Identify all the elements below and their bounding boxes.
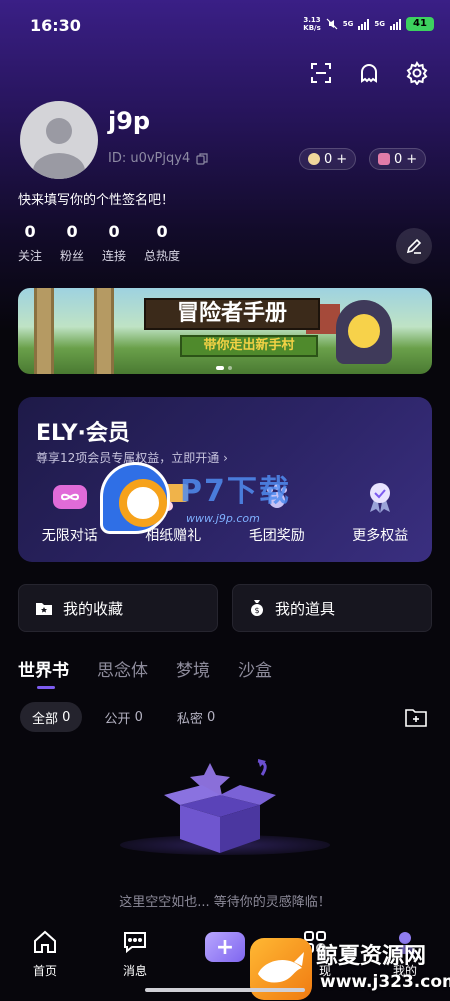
top-actions bbox=[306, 58, 432, 88]
plus-icon: + bbox=[336, 151, 348, 167]
paw-icon bbox=[257, 477, 297, 517]
coin-icon bbox=[308, 153, 320, 165]
coin-pill-1[interactable]: 0 + bbox=[299, 148, 357, 170]
empty-box-icon bbox=[164, 759, 276, 853]
filter-public[interactable]: 公开 0 bbox=[92, 702, 154, 732]
signal-tag-2: 5G bbox=[374, 20, 385, 28]
coin-pill-2[interactable]: 0 + bbox=[369, 148, 427, 170]
tab-sandbox[interactable]: 沙盒 bbox=[238, 656, 272, 681]
stat-fans[interactable]: 0 粉丝 bbox=[60, 222, 84, 264]
active-tab-indicator bbox=[37, 686, 55, 689]
stat-connections[interactable]: 0 连接 bbox=[102, 222, 126, 264]
tab-dream[interactable]: 梦境 bbox=[176, 656, 210, 681]
signal-bars-icon bbox=[390, 18, 401, 30]
adventurer-banner[interactable]: 冒险者手册 带你走出新手村 bbox=[18, 288, 432, 374]
nav-home[interactable]: 首页 bbox=[15, 928, 75, 979]
medal-icon bbox=[360, 477, 400, 517]
filter-private[interactable]: 私密 0 bbox=[165, 702, 227, 732]
stat-heat[interactable]: 0 总热度 bbox=[144, 222, 180, 264]
signal-bars-icon bbox=[358, 18, 370, 30]
chat-icon bbox=[121, 928, 149, 956]
member-brand: ELY·会员 bbox=[36, 421, 130, 446]
benefit-photo-gift[interactable]: 相纸赠礼 bbox=[122, 477, 226, 545]
member-benefits: 无限对话 相纸赠礼 毛团奖励 更多权益 bbox=[18, 477, 432, 545]
filter-all[interactable]: 全部 0 bbox=[20, 702, 83, 732]
empty-state-text: 这里空空如也... 等待你的灵感降临！ bbox=[119, 895, 331, 910]
user-id[interactable]: ID: u0vPjqy4 bbox=[108, 151, 208, 166]
benefit-more[interactable]: 更多权益 bbox=[329, 477, 433, 545]
banner-subtitle: 带你走出新手村 bbox=[180, 335, 318, 357]
plus-icon: + bbox=[406, 151, 418, 167]
stat-following[interactable]: 0 关注 bbox=[18, 222, 42, 264]
tab-memory[interactable]: 思念体 bbox=[97, 656, 148, 681]
content-tabs: 世界书 思念体 梦境 沙盒 bbox=[18, 656, 272, 681]
infinity-icon bbox=[50, 477, 90, 517]
benefit-unlimited-chat[interactable]: 无限对话 bbox=[18, 477, 122, 545]
signal-tag: 5G bbox=[342, 20, 354, 28]
add-folder-button[interactable] bbox=[402, 703, 430, 731]
profile-stats: 0 关注 0 粉丝 0 连接 0 总热度 bbox=[18, 222, 180, 264]
filter-chips: 全部 0 公开 0 私密 0 bbox=[20, 702, 227, 732]
pencil-icon bbox=[406, 238, 422, 254]
status-bar: 16:30 3.13 KB/s 5G 5G 41 bbox=[0, 0, 450, 52]
copy-icon[interactable] bbox=[196, 152, 208, 165]
membership-card[interactable]: ELY·会员 尊享12项会员专属权益，立即开通 › 无限对话 相纸赠礼 毛团奖励… bbox=[18, 397, 432, 562]
home-indicator bbox=[145, 988, 305, 992]
my-items-button[interactable]: $ 我的道具 bbox=[232, 584, 432, 632]
create-button[interactable]: + bbox=[205, 932, 245, 962]
default-avatar-icon bbox=[33, 118, 85, 179]
status-time: 16:30 bbox=[30, 16, 81, 35]
corner-watermark-url: www.j323.com bbox=[320, 972, 450, 992]
ghost-icon[interactable] bbox=[354, 58, 384, 88]
mascot-illustration bbox=[336, 300, 392, 364]
member-description[interactable]: 尊享12项会员专属权益，立即开通 › bbox=[36, 449, 228, 466]
scan-icon[interactable] bbox=[306, 58, 336, 88]
nav-messages[interactable]: 消息 bbox=[105, 928, 165, 979]
my-favorites-button[interactable]: 我的收藏 bbox=[18, 584, 218, 632]
home-icon bbox=[31, 928, 59, 956]
corner-watermark-title: 鲸夏资源网 bbox=[316, 944, 427, 969]
user-id-text: ID: u0vPjqy4 bbox=[108, 151, 191, 166]
status-indicators: 3.13 KB/s 5G 5G 41 bbox=[303, 16, 434, 32]
edit-profile-button[interactable] bbox=[396, 228, 432, 264]
username: j9p bbox=[108, 107, 151, 135]
svg-text:$: $ bbox=[254, 606, 259, 615]
signature-text[interactable]: 快来填写你的个性签名吧！ bbox=[18, 189, 174, 208]
settings-gear-icon[interactable] bbox=[402, 58, 432, 88]
nft-icon bbox=[153, 477, 193, 517]
battery-icon: 41 bbox=[406, 17, 434, 31]
banner-title: 冒险者手册 bbox=[144, 298, 320, 330]
avatar[interactable] bbox=[20, 101, 98, 179]
bag-icon: $ bbox=[251, 600, 263, 616]
folder-star-icon bbox=[36, 603, 52, 615]
benefit-fluff-reward[interactable]: 毛团奖励 bbox=[225, 477, 329, 545]
mute-icon bbox=[326, 18, 338, 30]
carousel-dots bbox=[216, 366, 232, 370]
tab-world-book[interactable]: 世界书 bbox=[18, 656, 69, 681]
folder-plus-icon bbox=[405, 709, 427, 727]
gem-icon bbox=[378, 153, 390, 165]
network-speed: 3.13 KB/s bbox=[303, 16, 321, 32]
